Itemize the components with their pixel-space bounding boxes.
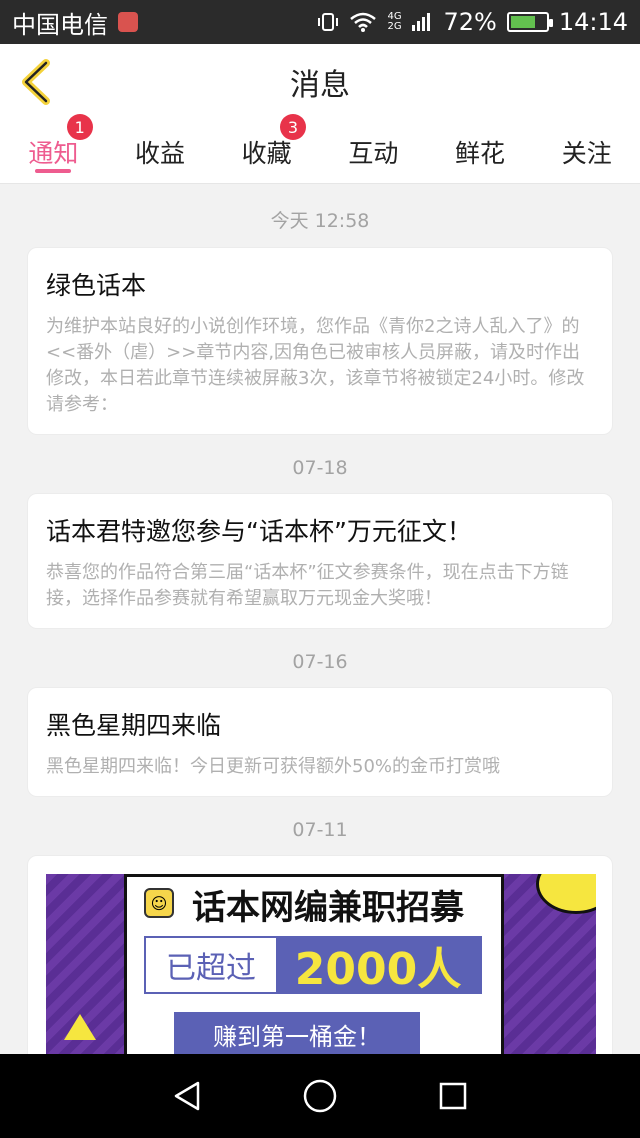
nav-recents-button[interactable] [431,1074,475,1118]
message-body: 黑色星期四来临！今日更新可获得额外50%的金币打赏哦 [46,756,501,777]
tab-label: 鲜花 [455,138,506,168]
page-title: 消息 [290,68,350,103]
app-logo-icon: ☺ [144,888,174,918]
message-title: 话本君特邀您参与“话本杯”万元征文！ [46,517,472,546]
recruitment-banner[interactable]: ☺ 话本网编兼职招募 已超过 2000人 赚到第一桶金！ [46,874,596,1054]
battery-level [510,16,535,28]
unread-badge: 1 [66,114,93,140]
back-button[interactable] [14,58,58,106]
unread-badge: 3 [280,114,307,140]
date-separator: 07-18 [292,457,348,479]
banner-title: 话本网编兼职招募 [192,888,464,928]
battery-icon [506,12,553,32]
message-card[interactable]: 话本君特邀您参与“话本杯”万元征文！ 恭喜您的作品符合第三届“话本杯”征文参赛条… [27,493,613,629]
message-card[interactable]: 绿色话本 为维护本站良好的小说创作环境，您作品《青你2之诗人乱入了》的<<番外（… [27,247,613,435]
signal-icon [412,13,431,31]
carrier-label: 中国电信 [12,10,108,39]
date-separator: 07-11 [292,819,348,841]
active-tab-indicator [35,169,72,173]
tab-label: 收藏 [241,138,292,168]
date-separator: 今天 12:58 [270,210,370,232]
app-header: 消息 [0,44,640,120]
clock: 14:14 [558,8,628,36]
tab-bar: 通知 1 收益 收藏 3 互动 鲜花 关注 [0,114,640,184]
tab-notifications[interactable]: 通知 1 [0,114,107,183]
tab-label: 互动 [348,138,399,168]
message-list[interactable]: 今天 12:58 绿色话本 为维护本站良好的小说创作环境，您作品《青你2之诗人乱… [0,184,640,1054]
tab-label: 关注 [561,138,612,168]
back-chevron-icon [22,59,50,105]
battery-percent: 72% [443,8,497,36]
decorative-circle [536,874,596,914]
message-title: 黑色星期四来临 [46,711,222,740]
network-type-label: 4G 2G [387,11,402,32]
wifi-icon [350,12,377,32]
status-bar: 中国电信 4G 2G 72% 14:14 [0,0,640,44]
banner-cta: 赚到第一桶金！ [174,1012,420,1054]
banner-stat-prefix: 已超过 [166,951,256,986]
vibrate-icon [318,13,339,31]
decorative-triangle [64,1014,96,1040]
recents-square-icon [440,1082,467,1110]
back-triangle-icon [174,1081,199,1111]
home-circle-icon [303,1079,337,1113]
tab-interactions[interactable]: 互动 [320,120,427,183]
tab-follows[interactable]: 关注 [533,120,640,183]
nav-home-button[interactable] [298,1074,342,1118]
notification-icon [118,12,138,32]
banner-card[interactable]: ☺ 话本网编兼职招募 已超过 2000人 赚到第一桶金！ [27,855,613,1054]
message-title: 绿色话本 [46,271,147,300]
tab-label: 收益 [135,138,186,168]
banner-stat-number: 2000人 [276,938,480,995]
tab-label: 通知 [28,138,79,168]
tab-flowers[interactable]: 鲜花 [427,120,534,183]
banner-stat: 已超过 2000人 [144,936,482,995]
date-separator: 07-16 [292,651,348,673]
tab-favorites[interactable]: 收藏 3 [213,114,320,183]
message-card[interactable]: 黑色星期四来临 黑色星期四来临！今日更新可获得额外50%的金币打赏哦 [27,687,613,797]
nav-back-button[interactable] [165,1074,209,1118]
message-body: 恭喜您的作品符合第三届“话本杯”征文参赛条件，现在点击下方链接，选择作品参赛就有… [46,562,569,609]
tab-earnings[interactable]: 收益 [107,120,214,183]
system-nav-bar [0,1054,640,1138]
message-body: 为维护本站良好的小说创作环境，您作品《青你2之诗人乱入了》的<<番外（虐）>>章… [46,316,585,415]
